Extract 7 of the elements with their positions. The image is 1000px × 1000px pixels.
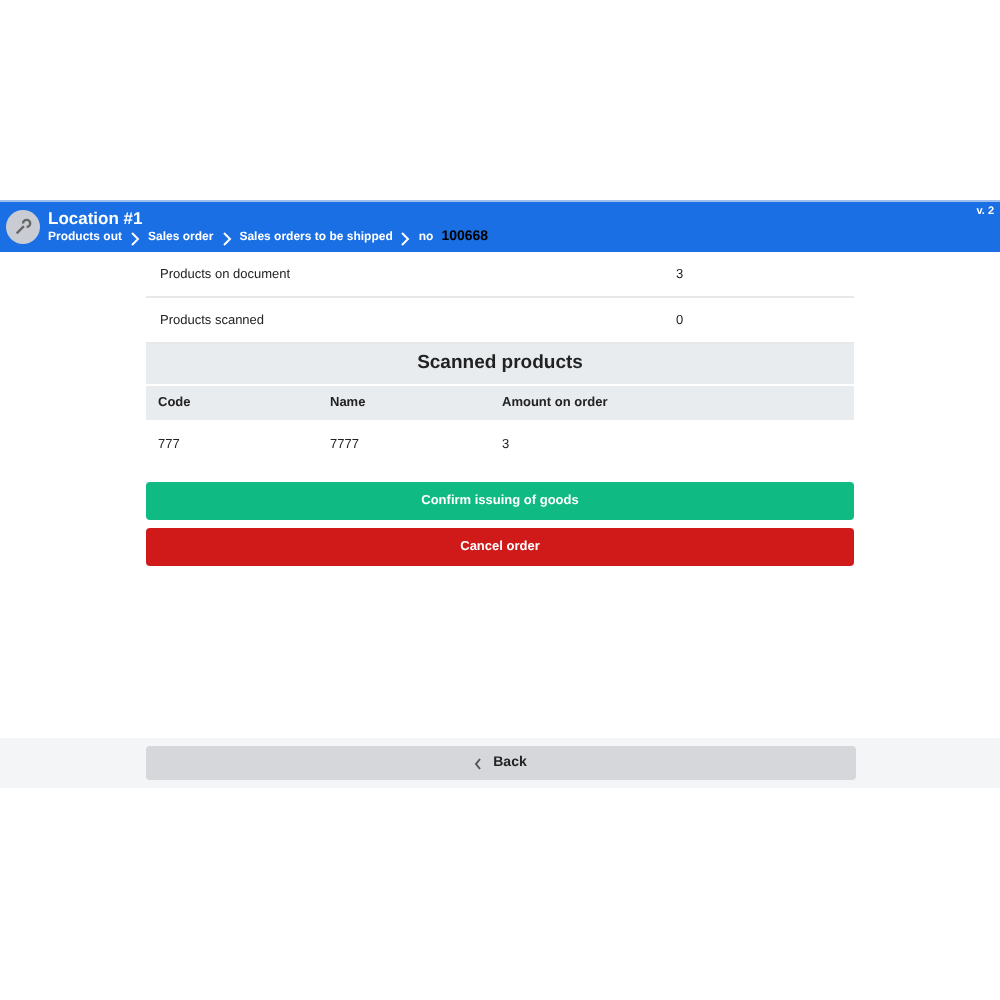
location-title: Location #1 <box>48 208 145 228</box>
chevron-left-icon <box>473 757 482 769</box>
wrench-icon[interactable] <box>6 210 40 244</box>
chevron-icon <box>221 231 232 245</box>
chevron-icon <box>130 231 140 245</box>
chevron-icon <box>400 231 411 245</box>
table-title: Scanned products <box>146 344 854 386</box>
